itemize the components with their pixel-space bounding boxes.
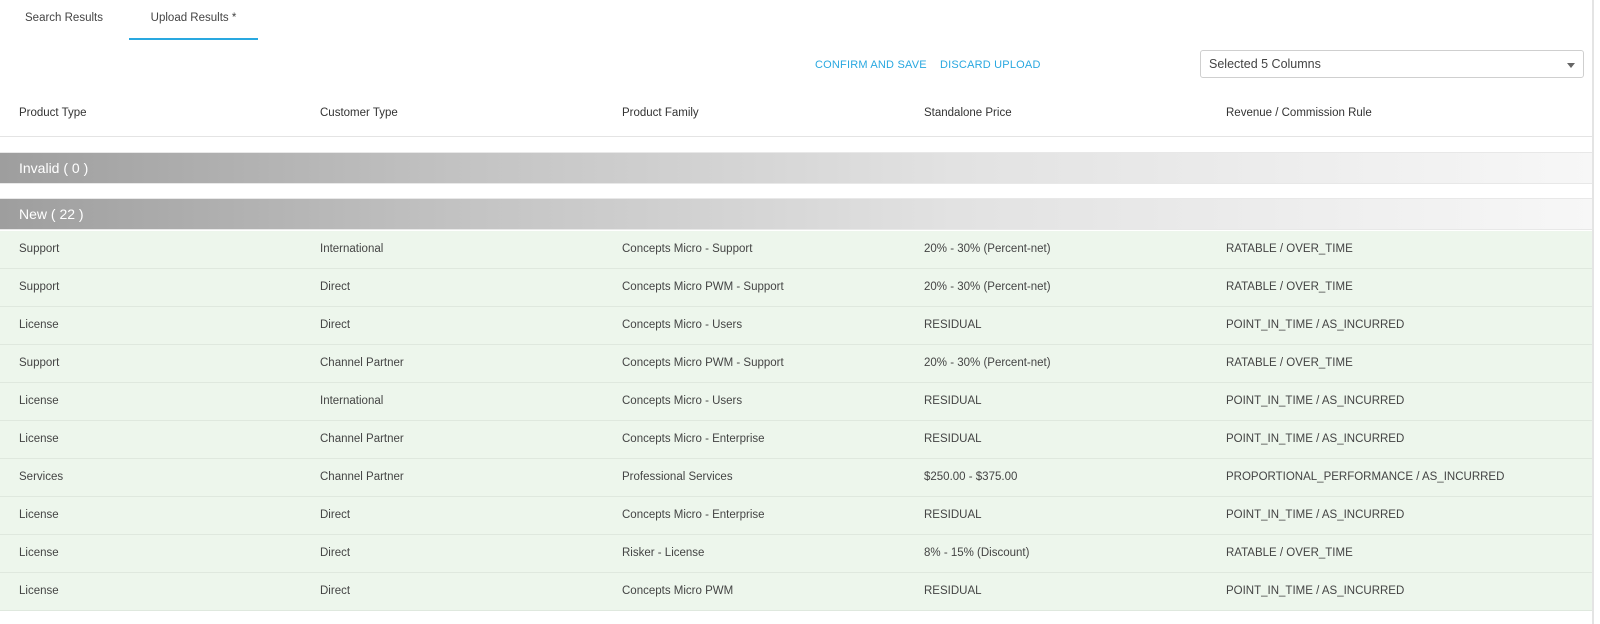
tab-bar: Search Results Upload Results * (0, 0, 1592, 40)
cell-product-type: Support (19, 243, 60, 255)
cell-customer-type: Direct (320, 585, 351, 597)
cell-standalone-price: 8% - 15% (Discount) (924, 547, 1030, 559)
cell-standalone-price: RESIDUAL (924, 395, 982, 407)
table-header: Product Type Customer Type Product Famil… (0, 96, 1592, 137)
table-row[interactable]: License Direct Concepts Micro - Enterprise… (0, 497, 1592, 535)
cell-product-family: Concepts Micro - Enterprise (622, 509, 765, 521)
cell-customer-type: International (320, 243, 384, 255)
table-row[interactable]: Services Channel Partner Professional Serv… (0, 459, 1592, 497)
confirm-and-save-button[interactable]: CONFIRM AND SAVE (815, 57, 927, 73)
cell-product-family: Concepts Micro - Users (622, 395, 743, 407)
cell-standalone-price: RESIDUAL (924, 319, 982, 331)
table-row[interactable]: License Direct Concepts Micro - Users RESID… (0, 307, 1592, 345)
cell-revenue-rule: POINT_IN_TIME / AS_INCURRED (1226, 433, 1405, 445)
cell-revenue-rule: RATABLE / OVER_TIME (1226, 281, 1353, 293)
cell-product-type: License (19, 509, 59, 521)
cell-product-type: License (19, 433, 59, 445)
cell-product-type: License (19, 547, 59, 559)
column-header-revenue-rule[interactable]: Revenue / Commission Rule (1226, 96, 1372, 130)
table-row[interactable]: License International Concepts Micro - Use… (0, 383, 1592, 421)
table-row[interactable]: Support International Concepts Micro - Sup… (0, 231, 1592, 269)
group-header-invalid[interactable]: Invalid ( 0 ) (0, 152, 1592, 184)
cell-customer-type: Direct (320, 281, 351, 293)
cell-revenue-rule: POINT_IN_TIME / AS_INCURRED (1226, 585, 1405, 597)
cell-customer-type: Channel Partner (320, 433, 404, 445)
cell-customer-type: Direct (320, 319, 351, 331)
cell-product-family: Concepts Micro - Support (622, 243, 753, 255)
cell-standalone-price: $250.00 - $375.00 (924, 471, 1018, 483)
column-header-product-type[interactable]: Product Type (19, 96, 87, 130)
cell-product-family: Concepts Micro - Users (622, 319, 743, 331)
cell-customer-type: International (320, 395, 384, 407)
cell-product-type: License (19, 319, 59, 331)
cell-customer-type: Direct (320, 509, 351, 521)
cell-standalone-price: 20% - 30% (Percent-net) (924, 243, 1051, 255)
column-selector-dropdown[interactable]: Selected 5 Columns (1200, 50, 1584, 78)
results-grid: Product Type Customer Type Product Famil… (0, 96, 1592, 137)
cell-customer-type: Channel Partner (320, 471, 404, 483)
cell-product-type: Support (19, 357, 60, 369)
cell-product-family: Concepts Micro PWM (622, 585, 734, 597)
discard-upload-button[interactable]: DISCARD UPLOAD (940, 57, 1041, 73)
scrollbar[interactable] (1592, 0, 1594, 624)
table-row[interactable]: License Direct Risker - License 8% - 15% (D… (0, 535, 1592, 573)
cell-standalone-price: RESIDUAL (924, 433, 982, 445)
cell-revenue-rule: RATABLE / OVER_TIME (1226, 243, 1353, 255)
column-header-customer-type[interactable]: Customer Type (320, 96, 398, 130)
cell-product-type: Support (19, 281, 60, 293)
cell-revenue-rule: RATABLE / OVER_TIME (1226, 357, 1353, 369)
table-row[interactable]: Support Channel Partner Concepts Micro PWM… (0, 345, 1592, 383)
cell-standalone-price: RESIDUAL (924, 509, 982, 521)
cell-revenue-rule: PROPORTIONAL_PERFORMANCE / AS_INCURRED (1226, 471, 1505, 483)
group-header-new[interactable]: New ( 22 ) (0, 198, 1592, 230)
column-selector-value: Selected 5 Columns (1209, 57, 1321, 71)
cell-revenue-rule: POINT_IN_TIME / AS_INCURRED (1226, 319, 1405, 331)
chevron-down-icon (1567, 63, 1575, 68)
cell-product-family: Professional Services (622, 471, 733, 483)
cell-customer-type: Channel Partner (320, 357, 404, 369)
table-body: Support International Concepts Micro - Sup… (0, 231, 1592, 611)
tab-upload-results[interactable]: Upload Results * (129, 0, 258, 40)
cell-standalone-price: 20% - 30% (Percent-net) (924, 281, 1051, 293)
cell-product-type: Services (19, 471, 64, 483)
column-header-standalone-price[interactable]: Standalone Price (924, 96, 1012, 130)
cell-standalone-price: RESIDUAL (924, 585, 982, 597)
cell-product-type: License (19, 395, 59, 407)
cell-revenue-rule: POINT_IN_TIME / AS_INCURRED (1226, 395, 1405, 407)
cell-revenue-rule: POINT_IN_TIME / AS_INCURRED (1226, 509, 1405, 521)
cell-product-family: Concepts Micro PWM - Support (622, 357, 784, 369)
cell-customer-type: Direct (320, 547, 351, 559)
table-row[interactable]: Support Direct Concepts Micro PWM - Suppor… (0, 269, 1592, 307)
cell-product-family: Concepts Micro - Enterprise (622, 433, 765, 445)
table-row[interactable]: License Direct Concepts Micro PWM RESIDUAL P… (0, 573, 1592, 611)
table-row[interactable]: License Channel Partner Concepts Micro - E… (0, 421, 1592, 459)
cell-product-family: Concepts Micro PWM - Support (622, 281, 784, 293)
tab-search-results[interactable]: Search Results (20, 0, 108, 38)
cell-product-type: License (19, 585, 59, 597)
cell-standalone-price: 20% - 30% (Percent-net) (924, 357, 1051, 369)
cell-revenue-rule: RATABLE / OVER_TIME (1226, 547, 1353, 559)
cell-product-family: Risker - License (622, 547, 705, 559)
column-header-product-family[interactable]: Product Family (622, 96, 699, 130)
